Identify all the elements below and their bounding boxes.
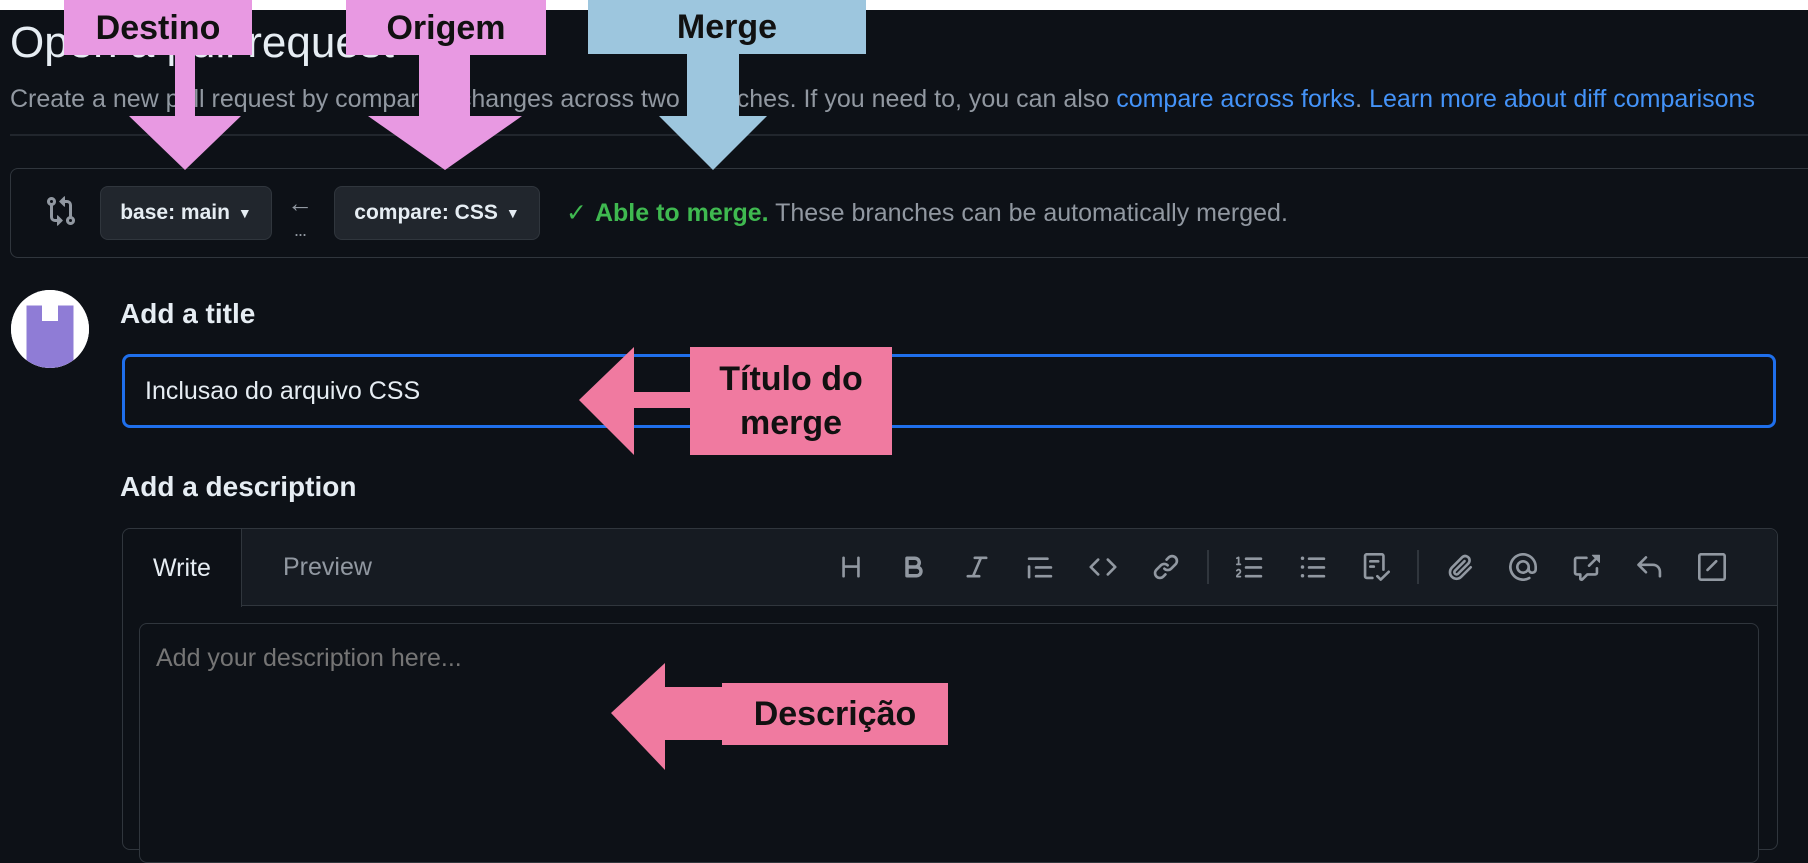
annotation-descricao: Descrição [722, 683, 948, 745]
mention-icon[interactable] [1501, 547, 1545, 587]
link-icon[interactable] [1144, 547, 1188, 587]
toolbar-separator [1207, 550, 1209, 584]
title-label: Add a title [120, 298, 256, 329]
description-label: Add a description [120, 471, 357, 502]
code-icon[interactable] [1081, 547, 1125, 587]
italic-icon[interactable] [955, 547, 999, 587]
merge-status-text: These branches can be automatically merg… [768, 199, 1288, 227]
markdown-toolbar [829, 547, 1753, 587]
git-compare-icon [45, 195, 77, 227]
dots-icon: ... [294, 220, 307, 240]
annotation-titulo: Título do merge [690, 347, 892, 455]
base-branch-label: base: main [120, 201, 230, 224]
editor-header: Write Preview [123, 529, 1777, 607]
attach-icon[interactable] [1438, 547, 1482, 587]
identicon [11, 290, 89, 368]
subtitle-separator: . [1355, 85, 1370, 113]
slash-command-icon[interactable] [1690, 547, 1734, 587]
check-icon: ✓ [566, 199, 587, 227]
bold-icon[interactable] [892, 547, 936, 587]
description-editor: Write Preview [122, 528, 1778, 863]
quote-icon[interactable] [1018, 547, 1062, 587]
annotation-origem: Origem [346, 0, 546, 55]
subtitle-text: Create a new pull request by comparing c… [10, 85, 1117, 113]
compare-across-forks-link[interactable]: compare across forks [1116, 85, 1355, 113]
task-list-icon[interactable] [1354, 547, 1398, 587]
learn-more-diff-link[interactable]: Learn more about diff comparisons [1369, 85, 1755, 113]
heading-icon[interactable] [829, 547, 873, 587]
cross-reference-icon[interactable] [1564, 547, 1608, 587]
merge-status: ✓ Able to merge. These branches can be au… [566, 198, 1288, 228]
divider [10, 134, 1808, 136]
page-subtitle: Create a new pull request by comparing c… [10, 85, 1755, 114]
arrow-left-icon: ← [287, 188, 313, 218]
numbered-list-icon[interactable] [1228, 547, 1272, 587]
compare-branch-label: compare: CSS [354, 201, 498, 224]
compare-branch-button[interactable]: compare: CSS ▼ [334, 186, 540, 240]
reply-icon[interactable] [1627, 547, 1671, 587]
merge-status-ok: Able to merge. [594, 199, 769, 227]
avatar[interactable] [11, 290, 89, 368]
base-branch-button[interactable]: base: main ▼ [100, 186, 272, 240]
tab-write[interactable]: Write [123, 529, 242, 607]
top-strip [0, 0, 1808, 10]
annotation-destino: Destino [64, 0, 252, 55]
description-textarea[interactable] [139, 623, 1759, 863]
tab-preview[interactable]: Preview [253, 529, 402, 605]
toolbar-separator [1417, 550, 1419, 584]
annotation-merge: Merge [588, 0, 866, 54]
chevron-down-icon: ▼ [505, 205, 520, 221]
title-input[interactable] [122, 354, 1776, 428]
unordered-list-icon[interactable] [1291, 547, 1335, 587]
chevron-down-icon: ▼ [237, 205, 252, 221]
